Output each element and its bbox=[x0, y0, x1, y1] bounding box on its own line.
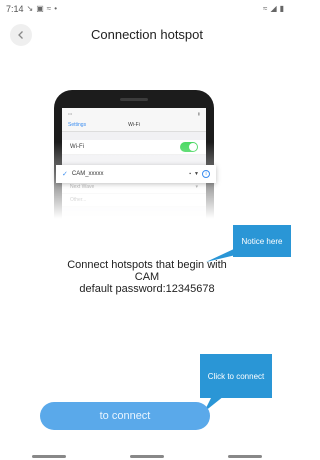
bottom-nav-bar bbox=[0, 452, 294, 460]
bottom-nav-item[interactable] bbox=[228, 454, 262, 458]
instruction-line-3: default password:12345678 bbox=[79, 283, 215, 295]
network-icons: ▪ ▼ i bbox=[189, 170, 210, 178]
wifi-icon: ≈ bbox=[263, 4, 268, 13]
wifi-label: Wi-Fi bbox=[70, 144, 84, 150]
bottom-nav-item[interactable] bbox=[130, 454, 164, 458]
check-icon: ✓ bbox=[62, 171, 68, 178]
other-network-2: Other... bbox=[62, 194, 206, 207]
page-title: Connection hotspot bbox=[90, 27, 204, 42]
connect-button[interactable]: to connect bbox=[40, 402, 210, 430]
image-icon: ▣ bbox=[36, 4, 44, 13]
battery-icon: ▮ bbox=[279, 4, 284, 13]
network-row-cam: ✓ CAM_xxxxx ▪ ▼ i bbox=[56, 165, 216, 183]
status-left: 7:14 ↘ ▣ ≈ • bbox=[6, 4, 57, 14]
screen-nav-title: Wi-Fi bbox=[128, 121, 140, 128]
header: Connection hotspot bbox=[0, 22, 294, 48]
bottom-nav-item[interactable] bbox=[32, 454, 66, 458]
info-icon: i bbox=[202, 170, 210, 178]
phone-illustration: •••▮ Settings Wi-Fi Wi-Fi CHOOSE A NETWO… bbox=[44, 72, 228, 232]
wifi-icon: ≈ bbox=[46, 4, 52, 13]
notice-callout: Notice here bbox=[233, 225, 291, 257]
phone-frame: •••▮ Settings Wi-Fi Wi-Fi CHOOSE A NETWO… bbox=[54, 90, 214, 232]
wifi-toggle bbox=[180, 142, 198, 152]
wifi-toggle-row: Wi-Fi bbox=[62, 140, 206, 155]
dot-icon: • bbox=[54, 4, 57, 13]
instructions: Connect hotspots that begin with CAM def… bbox=[0, 259, 294, 295]
connect-callout: Click to connect bbox=[200, 354, 272, 398]
status-right: ≈ ◢ ▮ bbox=[263, 5, 284, 13]
signal-icon: ↘ bbox=[26, 4, 34, 13]
cell-signal-icon: ◢ bbox=[270, 4, 277, 13]
network-name: CAM_xxxxx bbox=[71, 171, 104, 177]
lock-icon: ▪ bbox=[189, 171, 192, 177]
instruction-line-2: CAM bbox=[134, 271, 160, 283]
screen-status-bar: ••• ▮ bbox=[62, 108, 206, 118]
status-time: 7:14 bbox=[6, 4, 24, 14]
instruction-line-1: Connect hotspots that begin with bbox=[67, 259, 227, 271]
screen-nav: Settings Wi-Fi bbox=[62, 118, 206, 132]
wifi-strength-icon: ▼ bbox=[194, 171, 199, 177]
status-bar: 7:14 ↘ ▣ ≈ • ≈ ◢ ▮ bbox=[0, 0, 294, 18]
